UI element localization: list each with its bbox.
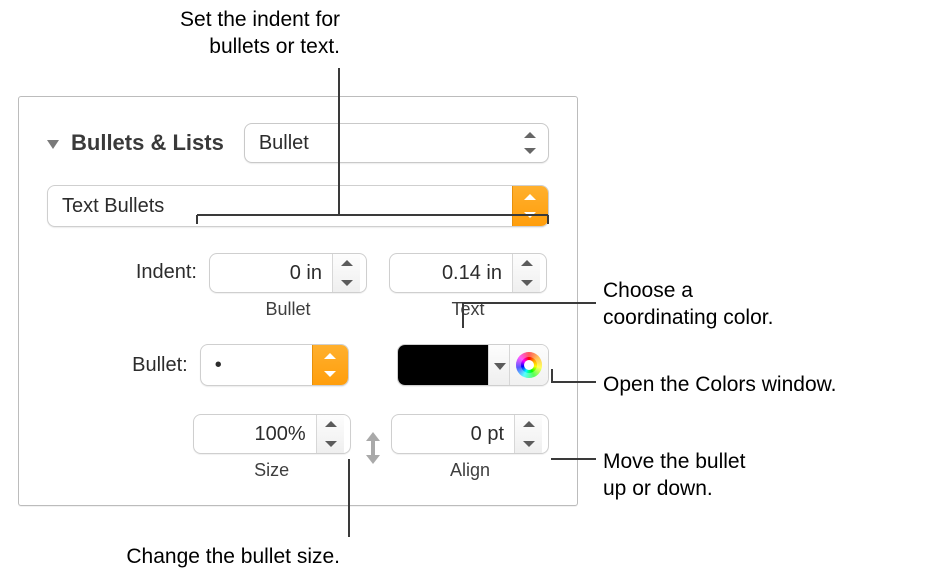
callout-align: Move the bullet up or down. [603,448,745,503]
stepper-arrows-icon[interactable] [332,254,360,292]
section-header-row: Bullets & Lists Bullet [47,123,549,163]
stepper-arrows-icon[interactable] [514,415,542,453]
align-sublabel: Align [450,460,490,481]
list-style-popup[interactable]: Bullet [244,123,549,163]
size-align-row: 100% Size 0 pt Align [47,414,549,481]
bullet-type-value: Text Bullets [62,195,164,218]
bullet-indent-sublabel: Bullet [265,299,310,320]
vertical-double-arrow-icon [361,428,381,468]
bullet-type-popup[interactable]: Text Bullets [47,185,549,227]
color-wheel-icon [516,352,542,378]
bullets-lists-panel: Bullets & Lists Bullet Text Bullets Inde… [18,96,578,506]
indent-row: Indent: 0 in Bullet 0.14 in Text [47,253,549,320]
size-value: 100% [194,423,316,446]
list-style-value: Bullet [259,132,309,155]
disclosure-triangle-icon[interactable] [47,140,59,149]
popup-arrows-icon [512,186,548,226]
bullet-row: Bullet: • [47,344,549,386]
callout-color-wheel: Open the Colors window. [603,371,836,398]
size-stepper[interactable]: 100% [193,414,351,454]
stepper-arrows-icon[interactable] [316,415,344,453]
bullet-indent-value: 0 in [210,262,332,285]
align-value: 0 pt [392,423,514,446]
chevron-updown-icon [522,131,538,155]
popup-arrows-icon [312,345,348,385]
bullet-character-value: • [215,354,222,377]
text-indent-stepper[interactable]: 0.14 in [389,253,547,293]
color-wheel-button[interactable] [509,345,548,385]
callout-color-swatch: Choose a coordinating color. [603,277,773,332]
text-indent-value: 0.14 in [390,262,512,285]
stepper-arrows-icon[interactable] [512,254,540,292]
bullet-character-popup[interactable]: • [200,344,349,386]
indent-label: Indent: [47,253,209,284]
bullet-indent-stepper[interactable]: 0 in [209,253,367,293]
callout-size: Change the bullet size. [40,543,340,570]
callout-indent: Set the indent for bullets or text. [110,6,340,61]
color-dropdown-icon[interactable] [488,345,509,385]
bullet-color-control [397,344,549,386]
section-title: Bullets & Lists [71,130,224,156]
size-sublabel: Size [254,460,289,481]
align-stepper[interactable]: 0 pt [391,414,549,454]
bullet-label: Bullet: [47,354,200,377]
color-swatch[interactable] [398,345,488,385]
text-indent-sublabel: Text [451,299,484,320]
